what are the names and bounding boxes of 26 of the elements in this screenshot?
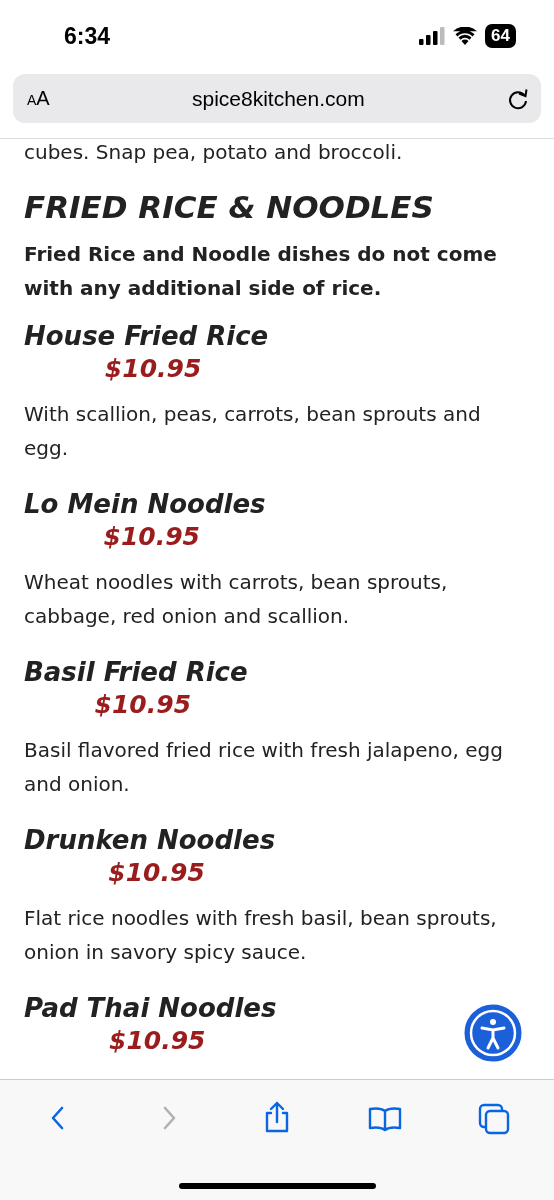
dish-description: Flat rice noodles with fresh basil, bean sprouts, onion in savory spicy sauce. <box>24 905 498 966</box>
dish-name: House Fried Rice <box>24 320 269 353</box>
dish-price: $10.95 <box>107 857 205 889</box>
dish-price: $10.95 <box>93 689 192 721</box>
dish-price: $10.95 <box>103 353 202 385</box>
dish-description: With scallion, peas, carrots, bean sprouts and egg. <box>24 401 482 462</box>
text-size-button[interactable]: AA <box>27 87 50 110</box>
dish-price: $10.95 <box>102 521 201 553</box>
accessibility-icon[interactable] <box>461 1001 525 1065</box>
dish-name: Pad Thai Noodles <box>24 992 277 1025</box>
reload-icon[interactable] <box>507 86 529 111</box>
address-bar[interactable]: AA spice8kitchen.com <box>13 74 541 123</box>
url-text: spice8kitchen.com <box>190 86 366 111</box>
dish-name: Basil Fried Rice <box>24 656 248 689</box>
section-note: Fried Rice and Noodle dishes do not come with any additional side of rice. <box>24 241 498 302</box>
dish-description: Wheat noodles with carrots, bean sprouts, cabbage, red onion and scallion. <box>24 569 449 630</box>
description-text: cubes. Snap pea, potato and broccoli. <box>24 139 404 165</box>
dish-name: Lo Mein Noodles <box>24 488 266 521</box>
dish-description: Basil flavored fried rice with fresh jalapeno, egg and onion. <box>24 737 504 798</box>
clock-time: 6:34 <box>64 22 112 50</box>
dish-name: Drunken Noodles <box>24 824 276 857</box>
dish-price: $10.95 <box>108 1025 206 1057</box>
wifi-icon <box>453 27 478 45</box>
section-heading: FRIED RICE & NOODLES <box>24 189 435 225</box>
signal-icon <box>419 27 446 45</box>
battery-indicator: 64 <box>485 24 516 48</box>
